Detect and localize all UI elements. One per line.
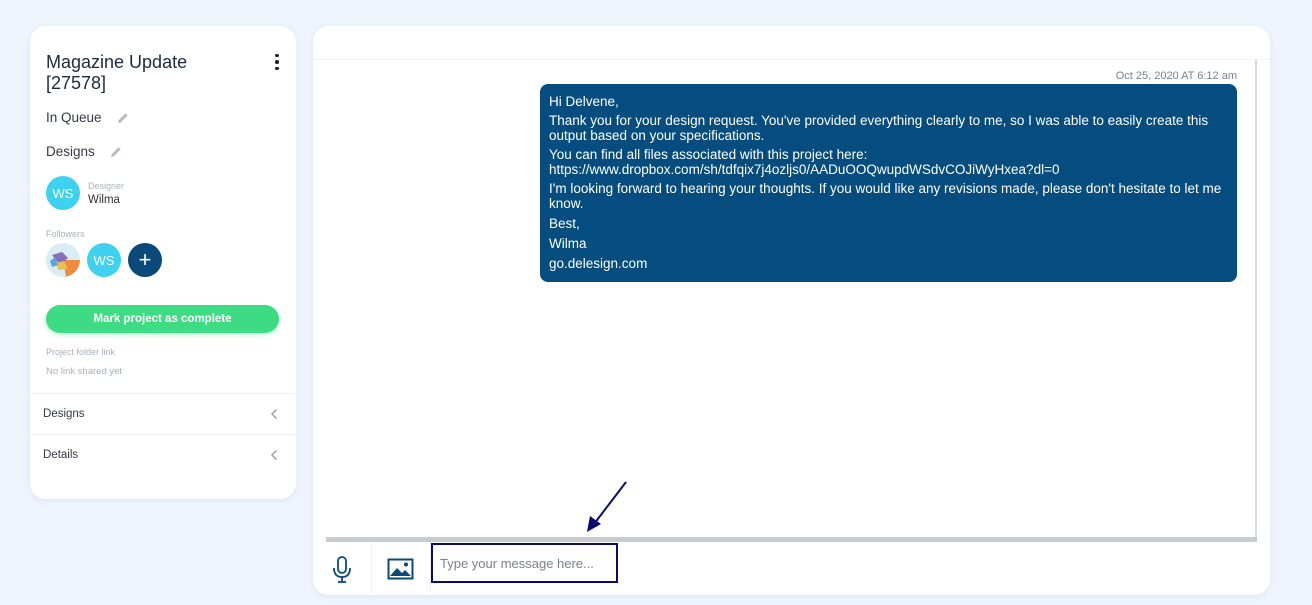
designer-block: WS Designer Wilma [46,176,124,210]
message-composer [313,543,1270,595]
message-timestamp: Oct 25, 2020 AT 6:12 am [1115,70,1237,82]
project-title: Magazine Update [27578] [46,52,188,93]
divider [371,543,372,593]
folder-link-label: Project folder link [46,347,116,357]
microphone-icon[interactable] [329,555,355,585]
followers-list: WS + [46,243,162,277]
category-field: Designs [46,144,123,159]
message-line: Wilma [549,236,587,251]
section-label: Details [43,449,79,461]
image-icon[interactable] [387,557,414,581]
message-line: Best, [549,216,580,231]
category-value: Designs [46,144,95,159]
section-designs[interactable]: Designs [30,393,296,434]
more-options-icon[interactable] [269,52,285,72]
message-line: You can find all files associated with t… [549,147,1060,177]
vertical-scrollbar[interactable] [1255,60,1257,540]
chat-panel: Oct 25, 2020 AT 6:12 am Hi Delvene, Than… [313,26,1270,595]
message-line: Thank you for your design request. You'v… [549,113,1209,143]
add-follower-button[interactable]: + [128,243,162,277]
message-line[interactable]: go.delesign.com [549,256,1228,271]
message-input[interactable] [431,543,618,583]
designer-label: Designer [88,180,125,191]
designer-avatar: WS [46,176,80,210]
message-line: I'm looking forward to hearing your thou… [549,181,1222,211]
follower-avatar-photo [46,243,80,277]
message-line: Hi Delvene, [549,94,619,109]
section-label: Designs [43,408,85,420]
project-sidebar: Magazine Update [27578] In Queue Designs… [30,26,296,499]
section-details[interactable]: Details [30,434,296,475]
annotation-arrow [587,481,627,532]
pencil-icon[interactable] [109,145,123,159]
horizontal-scrollbar[interactable] [326,537,1257,542]
follower-avatar: WS [87,243,121,277]
folder-link-value: No link shared yet [46,366,123,377]
message-bubble: Hi Delvene, Thank you for your design re… [540,84,1237,282]
avatar-photo-icon [46,243,80,277]
chevron-left-icon [270,408,278,420]
chat-header [313,26,1270,60]
status-value: In Queue [46,110,102,125]
mark-complete-button[interactable]: Mark project as complete [46,305,279,333]
chevron-left-icon [270,449,278,461]
pencil-icon[interactable] [116,111,130,125]
followers-label: Followers [46,229,85,239]
designer-name: Wilma [88,193,120,206]
status-field: In Queue [46,110,130,125]
